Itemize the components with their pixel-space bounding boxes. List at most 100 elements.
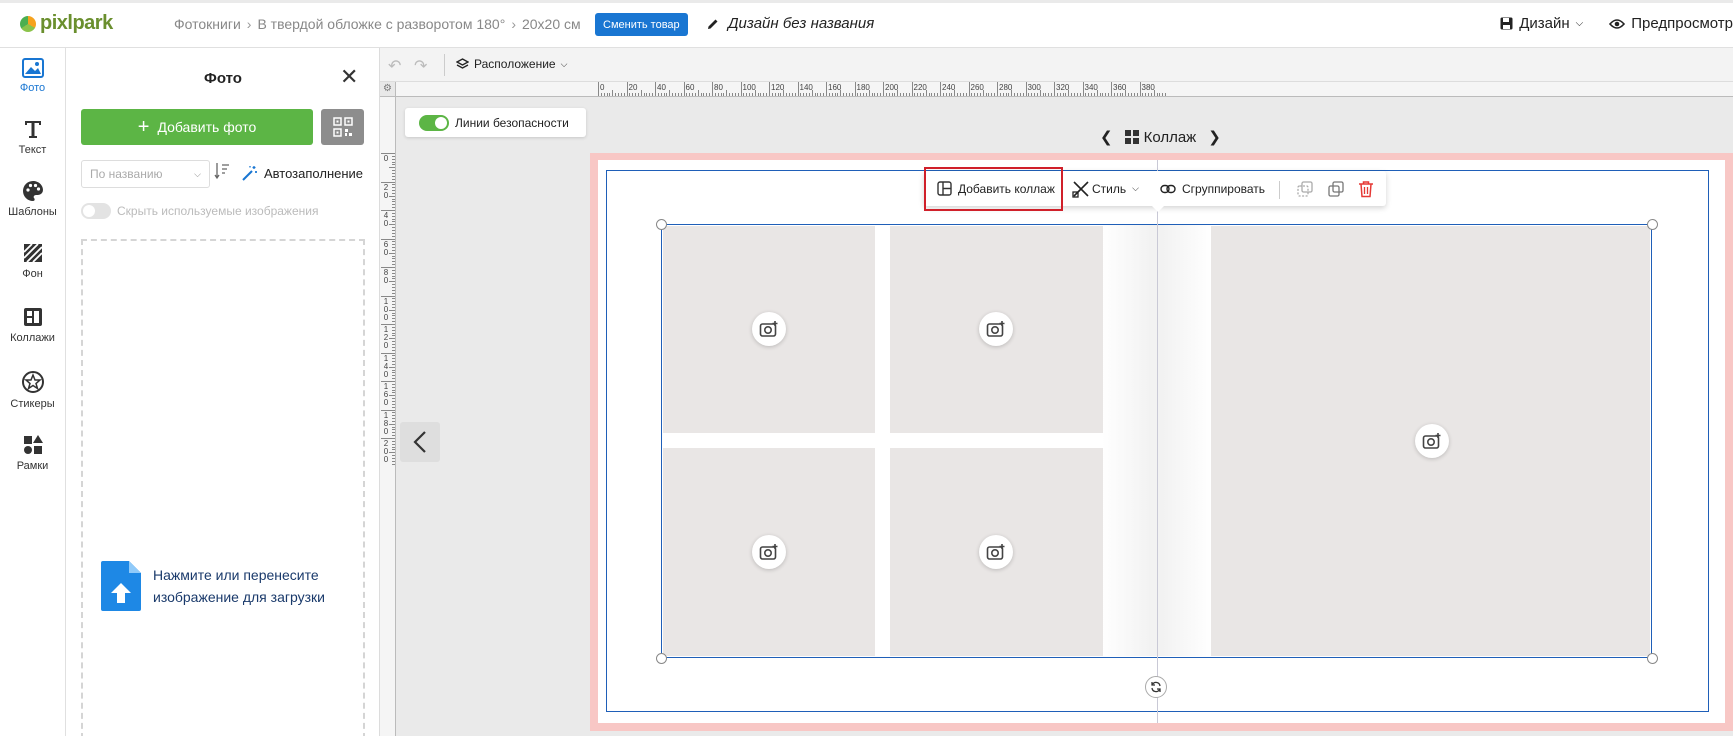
undo-icon[interactable]: ↶ <box>388 56 401 76</box>
ruler-tick <box>945 93 947 96</box>
hide-used-toggle[interactable]: Скрыть используемые изображения <box>81 203 318 219</box>
ruler-tick <box>392 358 395 360</box>
add-photo-button[interactable]: + Добавить фото <box>81 109 313 145</box>
arrange-menu-button[interactable]: Расположение ⌵ <box>456 57 567 71</box>
ruler-tick <box>1133 93 1135 96</box>
safety-lines-label: Линии безопасности <box>455 115 569 130</box>
design-menu-button[interactable]: Дизайн ⌵ <box>1500 15 1583 32</box>
resize-handle-bottom-left[interactable] <box>656 653 667 664</box>
ruler-tick <box>905 93 907 96</box>
ruler-tick <box>392 455 395 457</box>
plus-icon: + <box>137 116 150 138</box>
ruler-tick <box>392 212 395 214</box>
redo-icon[interactable]: ↷ <box>414 56 427 76</box>
ruler-tick <box>392 449 395 451</box>
duplicate-icon[interactable] <box>1328 171 1344 206</box>
pixlpark-logo[interactable]: pixlpark <box>20 12 113 35</box>
ruler-tick <box>629 93 631 96</box>
ruler-tick <box>1062 93 1064 96</box>
collage-switcher: ❮ Коллаж ❯ <box>1100 128 1221 147</box>
rail-item-text[interactable]: Текст <box>0 118 65 156</box>
ruler-tick <box>392 412 395 414</box>
add-photo-camera-icon[interactable] <box>1415 424 1449 458</box>
ruler-tick <box>392 415 395 417</box>
ruler-tick <box>603 93 605 96</box>
ruler-tick <box>800 93 802 96</box>
ruler-tick <box>392 418 395 420</box>
rail-item-templates[interactable]: Шаблоны <box>0 180 65 218</box>
add-photo-camera-icon[interactable] <box>752 312 786 346</box>
design-name-edit[interactable]: Дизайн без названия <box>706 15 874 32</box>
ruler-tick <box>392 204 395 206</box>
ruler-tick <box>694 93 696 96</box>
rail-item-frames[interactable]: Рамки <box>0 434 65 472</box>
resize-handle-top-right[interactable] <box>1647 219 1658 230</box>
ruler-tick <box>922 93 924 96</box>
change-product-button[interactable]: Сменить товар <box>595 13 688 36</box>
rail-item-photo[interactable]: Фото <box>0 58 65 94</box>
ruler-tick <box>894 93 896 96</box>
add-photo-camera-icon[interactable] <box>979 312 1013 346</box>
ruler-tick <box>1005 93 1007 96</box>
delete-icon[interactable] <box>1358 171 1374 206</box>
chevron-right-icon[interactable]: ❯ <box>1208 128 1221 146</box>
frames-icon <box>23 435 43 454</box>
ruler-tick <box>392 198 395 200</box>
ruler-tick <box>1139 82 1141 96</box>
preview-button[interactable]: Предпросмотр <box>1609 15 1733 32</box>
ruler-tick <box>392 389 395 391</box>
ruler-tick <box>392 187 395 189</box>
autofill-label: Автозаполнение <box>264 165 364 181</box>
ruler-tick <box>1079 93 1081 96</box>
ruler-tick <box>392 244 395 246</box>
ruler-tick <box>392 443 395 445</box>
ruler-tick <box>900 93 902 96</box>
group-button[interactable]: Сгруппировать <box>1160 171 1265 206</box>
ruler-tick <box>392 440 395 442</box>
add-photo-camera-icon[interactable] <box>752 535 786 569</box>
sort-order-icon[interactable] <box>214 162 230 183</box>
breadcrumb-item-photobooks[interactable]: Фотокниги <box>174 16 241 32</box>
ruler-settings-icon[interactable]: ⚙ <box>380 82 396 97</box>
ruler-tick <box>392 278 395 280</box>
collage-name: Коллаж <box>1143 128 1197 146</box>
ruler-tick <box>726 90 728 96</box>
safety-lines-toggle[interactable]: Линии безопасности <box>405 108 586 137</box>
ruler-tick <box>1056 93 1058 96</box>
breadcrumb-item-cover[interactable]: В твердой обложке с разворотом 180° <box>257 16 505 32</box>
sort-select[interactable]: По названию ⌵ <box>81 160 210 188</box>
horizontal-ruler: 0 20 40 60 80 100 120 140 160 180 200 220 240 260 280 3… <box>396 82 1733 97</box>
resize-handle-bottom-right[interactable] <box>1647 653 1658 664</box>
ruler-tick <box>392 341 395 343</box>
spine-center-line <box>1157 160 1158 723</box>
ruler-tick <box>652 93 654 96</box>
rotate-icon[interactable] <box>1145 676 1167 698</box>
previous-spread-button[interactable] <box>400 422 440 462</box>
ruler-tick <box>712 82 713 96</box>
rail-item-background[interactable]: Фон <box>0 242 65 280</box>
chevron-left-icon[interactable]: ❮ <box>1100 128 1113 146</box>
chevron-left-icon <box>413 431 426 453</box>
ruler-tick <box>389 167 395 169</box>
close-icon[interactable]: ✕ <box>340 66 358 88</box>
ruler-tick <box>392 463 395 465</box>
qr-upload-button[interactable] <box>321 109 364 145</box>
resize-handle-top-left[interactable] <box>656 219 667 230</box>
ruler-tick <box>754 90 756 96</box>
ruler-tick <box>617 93 619 96</box>
ruler-tick <box>392 292 395 294</box>
ruler-tick <box>389 395 395 397</box>
add-photo-camera-icon[interactable] <box>979 535 1013 569</box>
autofill-button[interactable]: Автозаполнение <box>242 165 363 181</box>
rail-item-collages[interactable]: Коллажи <box>0 306 65 344</box>
ruler-tick <box>389 338 395 340</box>
toggle-switch-on[interactable] <box>419 114 449 131</box>
palette-icon <box>22 181 43 201</box>
send-backward-icon[interactable] <box>1297 171 1313 206</box>
upload-dropzone[interactable]: Нажмите или перенесите изображение для з… <box>81 239 365 736</box>
ruler-tick <box>743 93 745 96</box>
toggle-switch-off[interactable] <box>81 203 111 219</box>
rail-item-stickers[interactable]: Стикеры <box>0 370 65 410</box>
style-menu-button[interactable]: Стиль ⌵ <box>1072 171 1139 206</box>
style-label: Стиль <box>1092 181 1127 196</box>
